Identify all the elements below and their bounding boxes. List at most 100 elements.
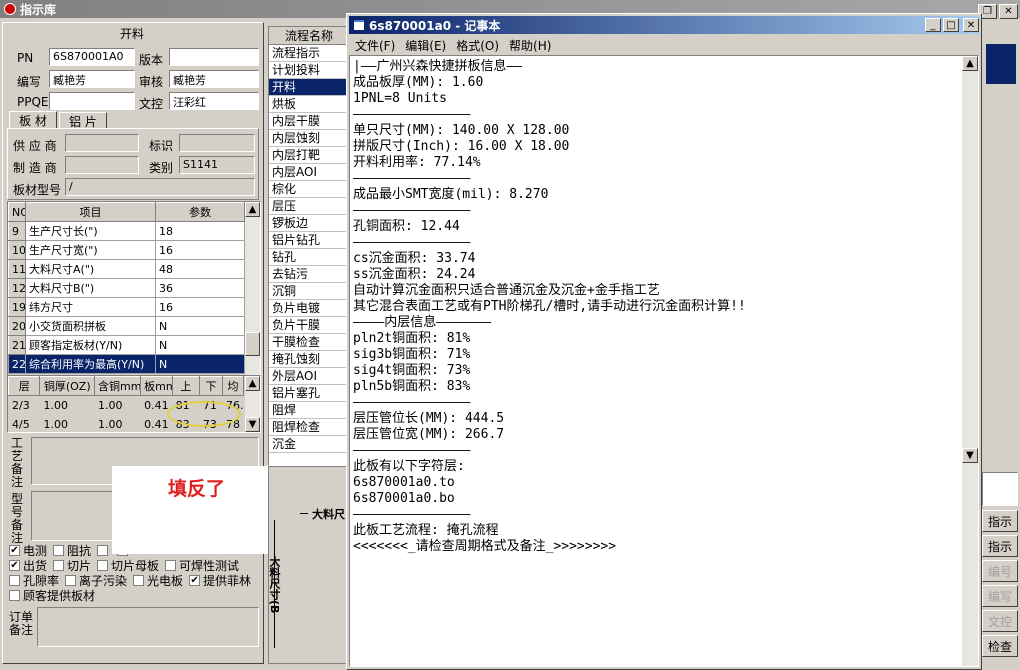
checkbox-label: 光电板 <box>147 574 184 588</box>
maximize-button[interactable]: □ <box>943 18 959 32</box>
checkbox[interactable]: 离子污染 <box>65 573 127 588</box>
checkbox[interactable]: 可焊性测试 <box>165 558 239 573</box>
flow-item[interactable]: 阻焊 <box>269 402 349 419</box>
right-strip-field[interactable] <box>982 472 1018 506</box>
flow-item[interactable]: 内层干膜 <box>269 113 349 130</box>
flow-item[interactable]: 开料 <box>269 79 349 96</box>
control-field[interactable]: 汪彩红 <box>169 92 259 110</box>
param-row[interactable]: 19 纬方尺寸 16 <box>8 297 245 317</box>
author-field[interactable]: 臧艳芳 <box>49 70 135 88</box>
side-button[interactable]: 指示 <box>982 510 1018 532</box>
minimize-button[interactable]: _ <box>925 18 941 32</box>
side-button[interactable]: 文控 <box>982 610 1018 632</box>
checkbox-box[interactable] <box>53 545 65 556</box>
flow-item[interactable]: 铝片塞孔 <box>269 385 349 402</box>
checkbox[interactable]: 切片 <box>53 558 91 573</box>
checkbox-box[interactable] <box>97 545 109 556</box>
layer-scrollbar[interactable]: ▲ ▼ <box>245 376 260 432</box>
checkbox[interactable]: ✔ 电测 <box>9 543 47 558</box>
side-button[interactable]: 编号 <box>982 560 1018 582</box>
model-field[interactable]: / <box>65 178 255 196</box>
flow-item[interactable]: 内层AOI <box>269 164 349 181</box>
flow-item[interactable]: 流程指示 <box>269 45 349 62</box>
checkbox[interactable]: 顾客提供板材 <box>9 588 95 603</box>
flow-item[interactable]: 内层打靶 <box>269 147 349 164</box>
notepad-menu-item[interactable]: 编辑(E) <box>405 37 446 54</box>
checkbox-box[interactable] <box>9 590 20 601</box>
param-row[interactable]: 21 顾客指定板材(Y/N) N <box>8 335 245 355</box>
notepad-menu-item[interactable]: 格式(O) <box>456 37 499 54</box>
scroll-up-arrow[interactable]: ▲ <box>245 202 260 217</box>
review-field[interactable]: 臧艳芳 <box>169 70 259 88</box>
category-field[interactable]: S1141 <box>179 156 255 174</box>
param-row[interactable]: 12 大料尺寸B(") 36 <box>8 278 245 298</box>
version-field[interactable] <box>169 48 259 66</box>
checkbox[interactable]: 切片母板 <box>97 558 159 573</box>
scroll-thumb[interactable] <box>245 332 260 356</box>
flow-item[interactable]: 阻焊检查 <box>269 419 349 436</box>
layer-scroll-down[interactable]: ▼ <box>245 417 260 432</box>
checkbox[interactable] <box>97 543 111 558</box>
tab-aluminum[interactable]: 铝 片 <box>59 112 107 129</box>
flow-item[interactable]: 棕化 <box>269 181 349 198</box>
flow-list[interactable]: 流程名称 流程指示 计划投料 开料 烘板 内层干膜 内层蚀刻 内层打靶 内层AOI 棕化 层压 锣板… <box>268 26 350 466</box>
maker-field[interactable] <box>65 156 139 174</box>
notepad-scrollbar[interactable]: ▲ ▼ <box>962 56 978 666</box>
checkbox-box[interactable] <box>53 560 65 571</box>
mark-field[interactable] <box>179 134 255 152</box>
notepad-scroll-down[interactable]: ▼ <box>962 448 978 463</box>
notepad-menu-item[interactable]: 文件(F) <box>355 37 395 54</box>
notepad-line: 6s870001a0.bo <box>353 491 455 506</box>
flow-item[interactable]: 干膜检查 <box>269 334 349 351</box>
checkbox[interactable]: ✔ 提供菲林 <box>189 573 251 588</box>
layer-scroll-up[interactable]: ▲ <box>245 376 260 391</box>
param-row[interactable]: 11 大料尺寸A(") 48 <box>8 259 245 279</box>
flow-item[interactable]: 沉铜 <box>269 283 349 300</box>
checkbox[interactable]: 阻抗 <box>53 543 91 558</box>
pn-field[interactable]: 6S870001A0 <box>49 48 135 66</box>
side-button[interactable]: 指示 <box>982 535 1018 557</box>
notepad-menu-item[interactable]: 帮助(H) <box>509 37 551 54</box>
flow-item[interactable]: 层压 <box>269 198 349 215</box>
tab-sheet[interactable]: 板 材 <box>9 111 57 129</box>
flow-item[interactable]: 计划投料 <box>269 62 349 79</box>
checkbox-box[interactable] <box>133 575 145 586</box>
param-row[interactable]: 22 综合利用率为最高(Y/N) N <box>8 354 245 374</box>
notepad-line: 6s870001a0.to <box>353 475 455 490</box>
flow-item[interactable]: 掩孔蚀刻 <box>269 351 349 368</box>
checkbox-box[interactable] <box>165 560 177 571</box>
flow-item[interactable]: 外层AOI <box>269 368 349 385</box>
flow-item[interactable]: 负片干膜 <box>269 317 349 334</box>
checkbox-box[interactable] <box>97 560 109 571</box>
supplier-field[interactable] <box>65 134 139 152</box>
checkbox-box[interactable] <box>65 575 77 586</box>
checkbox-box[interactable]: ✔ <box>9 560 20 571</box>
flow-item[interactable]: 烘板 <box>269 96 349 113</box>
notepad-textarea[interactable]: |——广州兴森快捷拼板信息—— 成品板厚(MM): 1.60 1PNL=8 Unit… <box>349 55 979 667</box>
flow-item[interactable]: 内层蚀刻 <box>269 130 349 147</box>
ppqe-field[interactable] <box>49 92 135 110</box>
flow-item[interactable]: 负片电镀 <box>269 300 349 317</box>
checkbox-box[interactable]: ✔ <box>189 575 201 586</box>
side-button[interactable]: 编写 <box>982 585 1018 607</box>
flow-item[interactable]: 沉金 <box>269 436 349 453</box>
notepad-scroll-up[interactable]: ▲ <box>962 56 978 71</box>
notepad-close-button[interactable]: ✕ <box>963 18 979 32</box>
checkbox[interactable]: 孔隙率 <box>9 573 59 588</box>
param-row[interactable]: 10 生产尺寸宽(") 16 <box>8 240 245 260</box>
param-row[interactable]: 20 小交货面积拼板 N <box>8 316 245 336</box>
flow-item[interactable]: 铝片钻孔 <box>269 232 349 249</box>
param-row[interactable]: 9 生产尺寸长(") 18 <box>8 221 245 241</box>
checkbox-box[interactable] <box>9 575 20 586</box>
checkbox-row: ✔ 出货 切片 切片母板 可焊性测试 <box>9 558 263 573</box>
flow-item[interactable]: 锣板边 <box>269 215 349 232</box>
side-button[interactable]: 检查 <box>982 635 1018 657</box>
checkbox-box[interactable]: ✔ <box>9 545 20 556</box>
checkbox[interactable]: 光电板 <box>133 573 183 588</box>
close-button[interactable]: ✕ <box>999 4 1018 19</box>
flow-item[interactable]: 钻孔 <box>269 249 349 266</box>
param-scrollbar[interactable]: ▲ ▼ <box>245 202 260 394</box>
checkbox[interactable]: ✔ 出货 <box>9 558 47 573</box>
order-note-field[interactable] <box>37 607 259 647</box>
flow-item[interactable]: 去钻污 <box>269 266 349 283</box>
